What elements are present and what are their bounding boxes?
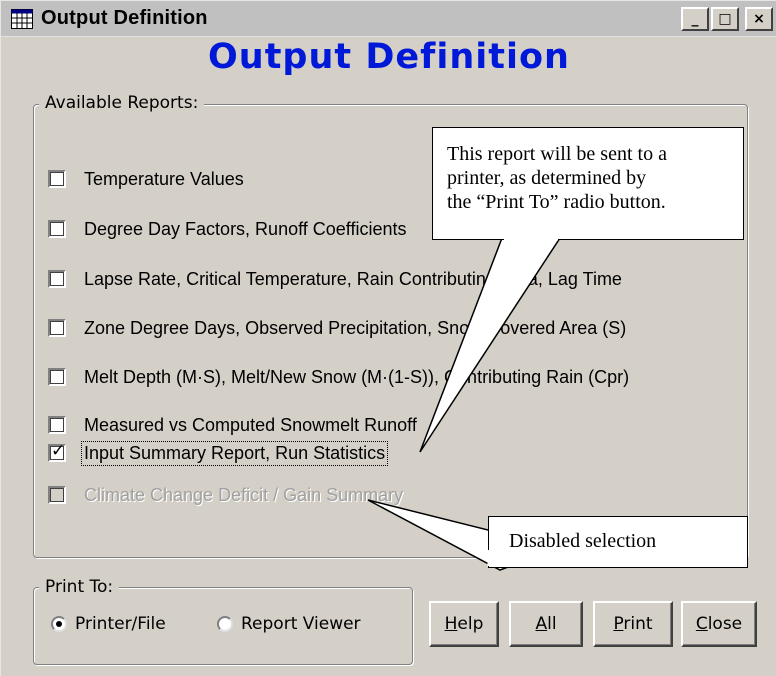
window-title: Output Definition (41, 7, 208, 29)
radio-button-selected[interactable] (51, 616, 67, 632)
report-option-label: Melt Depth (M·S), Melt/New Snow (M·(1-S)… (84, 366, 630, 387)
help-accel: H (444, 614, 458, 634)
report-option-label: Measured vs Computed Snowmelt Runoff (84, 414, 417, 435)
report-option-label: Lapse Rate, Critical Temperature, Rain C… (84, 268, 622, 289)
available-reports-legend: Available Reports: (39, 93, 205, 113)
close-button[interactable]: Close (681, 601, 757, 647)
output-definition-window: Output Definition _ □ × Output Definitio… (0, 0, 776, 676)
radio-label: Report Viewer (241, 614, 361, 634)
disabled-note-callout: Disabled selection (488, 516, 748, 568)
print-to-legend: Print To: (39, 577, 120, 597)
radio-report-viewer[interactable]: Report Viewer (217, 614, 361, 634)
report-option-temperature-values[interactable]: Temperature Values (48, 165, 244, 193)
all-accel: A (535, 614, 548, 634)
all-button[interactable]: All (509, 601, 583, 647)
help-button[interactable]: Help (429, 601, 499, 647)
radio-dot-icon (56, 621, 62, 627)
report-option-degree-day-factors[interactable]: Degree Day Factors, Runoff Coefficients (48, 215, 407, 243)
report-option-climate-change: Climate Change Deficit / Gain Summary (48, 481, 403, 509)
report-checkbox[interactable] (48, 220, 66, 238)
report-option-zone-degree-days[interactable]: Zone Degree Days, Observed Precipitation… (48, 314, 626, 342)
report-checkbox[interactable] (48, 170, 66, 188)
report-option-label: Zone Degree Days, Observed Precipitation… (84, 317, 627, 338)
close-rest: lose (707, 614, 743, 634)
all-rest: ll (547, 614, 557, 634)
report-option-label: Temperature Values (84, 168, 244, 189)
close-accel: C (695, 614, 708, 634)
report-option-melt-depth[interactable]: Melt Depth (M·S), Melt/New Snow (M·(1-S)… (48, 363, 629, 391)
report-note-line: This report will be sent to a (447, 143, 667, 165)
help-rest: elp (457, 614, 484, 634)
title-bar[interactable]: Output Definition _ □ × (1, 1, 776, 37)
report-checkbox[interactable] (48, 270, 66, 288)
report-note-callout: This report will be sent to a printer, a… (432, 127, 744, 240)
print-accel: P (613, 614, 624, 634)
report-checkbox[interactable] (48, 368, 66, 386)
minimize-button[interactable]: _ (681, 7, 709, 31)
radio-button[interactable] (217, 616, 233, 632)
maximize-button[interactable]: □ (711, 7, 739, 31)
report-option-input-summary[interactable]: ✓ Input Summary Report, Run Statistics (48, 439, 389, 467)
print-button[interactable]: Print (593, 601, 673, 647)
report-option-label: Climate Change Deficit / Gain Summary (84, 484, 404, 505)
report-option-lapse-rate[interactable]: Lapse Rate, Critical Temperature, Rain C… (48, 265, 622, 293)
app-grid-icon (11, 9, 33, 29)
radio-label: Printer/File (75, 614, 166, 634)
radio-printer-file[interactable]: Printer/File (51, 614, 166, 634)
report-note-line: the “Print To” radio button. (447, 191, 666, 213)
print-rest: rint (623, 614, 653, 634)
report-checkbox[interactable] (48, 416, 66, 434)
check-mark-icon: ✓ (51, 441, 66, 461)
report-option-measured-vs-computed[interactable]: Measured vs Computed Snowmelt Runoff (48, 411, 417, 439)
report-option-label: Input Summary Report, Run Statistics (80, 440, 389, 466)
report-checkbox-disabled (48, 486, 66, 504)
report-option-label: Degree Day Factors, Runoff Coefficients (84, 218, 407, 239)
close-window-button[interactable]: × (745, 7, 773, 31)
dialog-heading: Output Definition (208, 37, 570, 77)
report-checkbox[interactable] (48, 319, 66, 337)
report-note-line: printer, as determined by (447, 167, 647, 189)
report-checkbox-checked[interactable]: ✓ (48, 441, 66, 462)
